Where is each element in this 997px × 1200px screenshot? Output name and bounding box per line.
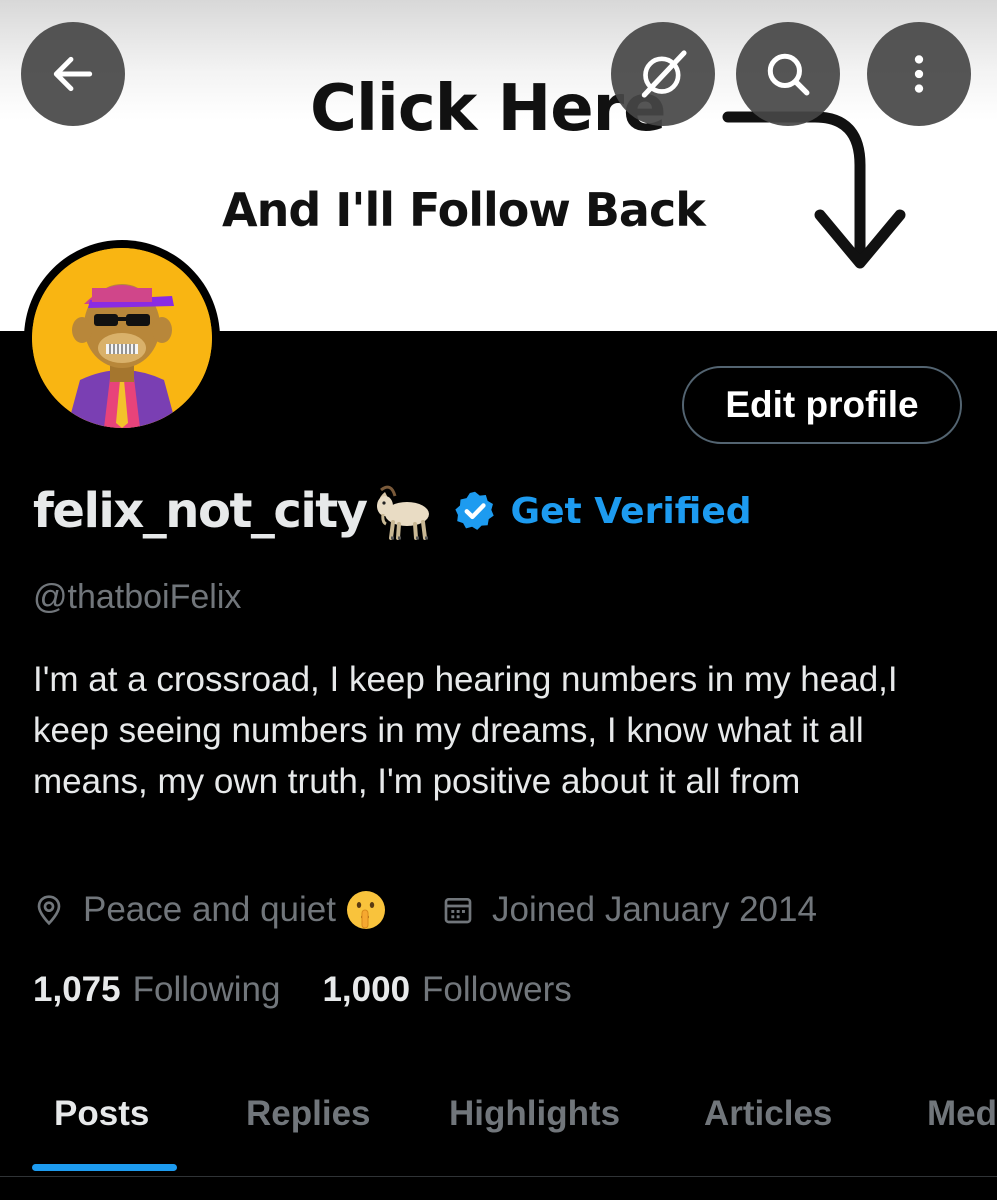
curved-arrow-down-icon (722, 111, 906, 269)
joined-item: Joined January 2014 (442, 890, 817, 930)
verified-badge-icon[interactable] (453, 489, 497, 533)
tab-highlights[interactable]: Highlights (449, 1094, 620, 1134)
ape-nft-avatar-icon (32, 248, 212, 428)
location-pin-icon (37, 895, 61, 926)
following-label: Following (132, 970, 281, 1009)
avatar[interactable] (24, 240, 220, 436)
location-item: Peace and quiet (33, 888, 406, 932)
active-tab-indicator (32, 1164, 177, 1171)
arrow-left-icon (53, 56, 93, 92)
follow-stats: 1,075 Following 1,000 Followers (33, 970, 572, 1010)
tab-posts[interactable]: Posts (54, 1094, 149, 1134)
back-button[interactable] (21, 22, 125, 126)
followers-count: 1,000 (322, 970, 411, 1009)
location-text: Peace and quiet (83, 890, 336, 929)
following-link[interactable]: 1,075 Following (33, 970, 280, 1010)
user-handle: @thatboiFelix (33, 578, 242, 616)
profile-meta: Peace and quiet Joined January 2014 (33, 888, 817, 932)
profile-name-row: felix_not_city Get Verified (33, 478, 752, 544)
followers-link[interactable]: 1,000 Followers (322, 970, 571, 1010)
search-icon (767, 53, 810, 96)
tab-replies[interactable]: Replies (246, 1094, 371, 1134)
more-vertical-icon (914, 55, 924, 93)
calendar-icon (444, 898, 472, 924)
get-verified-link[interactable]: Get Verified (511, 491, 752, 532)
following-count: 1,075 (33, 970, 121, 1009)
profile-bio: I'm at a crossroad, I keep hearing numbe… (33, 660, 898, 801)
banner-subline: And I'll Follow Back (222, 183, 706, 237)
edit-profile-button[interactable]: Edit profile (682, 366, 962, 444)
more-options-button[interactable] (867, 22, 971, 126)
joined-text: Joined January 2014 (491, 890, 817, 929)
tab-media[interactable]: Media (927, 1094, 997, 1134)
tab-articles[interactable]: Articles (704, 1094, 832, 1134)
followers-label: Followers (422, 970, 572, 1009)
display-name: felix_not_city (33, 483, 368, 539)
avatar-image (32, 248, 212, 428)
profile-tabs: Posts Replies Highlights Articles Media (0, 1080, 997, 1177)
grok-icon (641, 50, 687, 98)
search-button[interactable] (736, 22, 840, 126)
goat-emoji-icon (376, 485, 429, 540)
shushing-face-emoji-icon (346, 891, 385, 929)
grok-button[interactable] (611, 22, 715, 126)
